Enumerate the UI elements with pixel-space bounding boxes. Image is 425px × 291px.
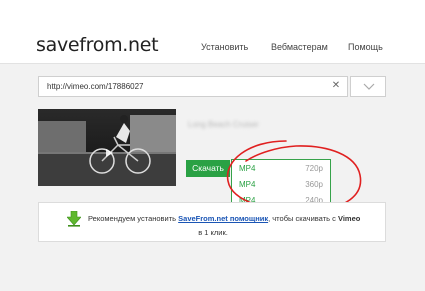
dropdown-toggle-button[interactable] [350, 76, 386, 97]
format-option-720p[interactable]: MP4 720p [232, 160, 330, 176]
nav-install[interactable]: Установить [201, 42, 248, 52]
notice-middle: , чтобы скачивать с [268, 214, 338, 223]
url-input[interactable] [38, 76, 348, 97]
result-panel: Long Beach Cruiser Скачать [38, 109, 386, 189]
helper-link[interactable]: SaveFrom.net помощник [178, 214, 268, 223]
video-title: Long Beach Cruiser [188, 120, 259, 129]
download-button[interactable]: Скачать [186, 160, 230, 177]
format-label: MP4 [239, 164, 256, 173]
quality-label: 720p [305, 164, 323, 173]
install-notice: Рекомендуем установить SaveFrom.net помо… [38, 202, 386, 242]
logo[interactable]: savefrom.net [36, 34, 159, 56]
notice-line2: в 1 клик. [198, 228, 228, 237]
notice-text: Рекомендуем установить SaveFrom.net помо… [88, 214, 360, 223]
green-download-arrow-icon [67, 211, 81, 227]
chevron-down-icon [363, 83, 375, 90]
format-option-360p[interactable]: MP4 360p [232, 176, 330, 192]
header: savefrom.net Установить Вебмастерам Помо… [0, 0, 425, 64]
video-thumbnail[interactable] [38, 109, 176, 186]
close-icon[interactable]: ✕ [330, 80, 342, 92]
notice-before: Рекомендуем установить [88, 214, 179, 223]
url-bar: ✕ [38, 76, 386, 97]
format-label: MP4 [239, 180, 256, 189]
format-dropdown: MP4 720p MP4 360p MP4 240p [231, 159, 331, 207]
quality-label: 360p [305, 180, 323, 189]
nav-help[interactable]: Помощь [348, 42, 383, 52]
notice-site: Vimeo [337, 214, 361, 223]
nav-webmasters[interactable]: Вебмастерам [271, 42, 328, 52]
